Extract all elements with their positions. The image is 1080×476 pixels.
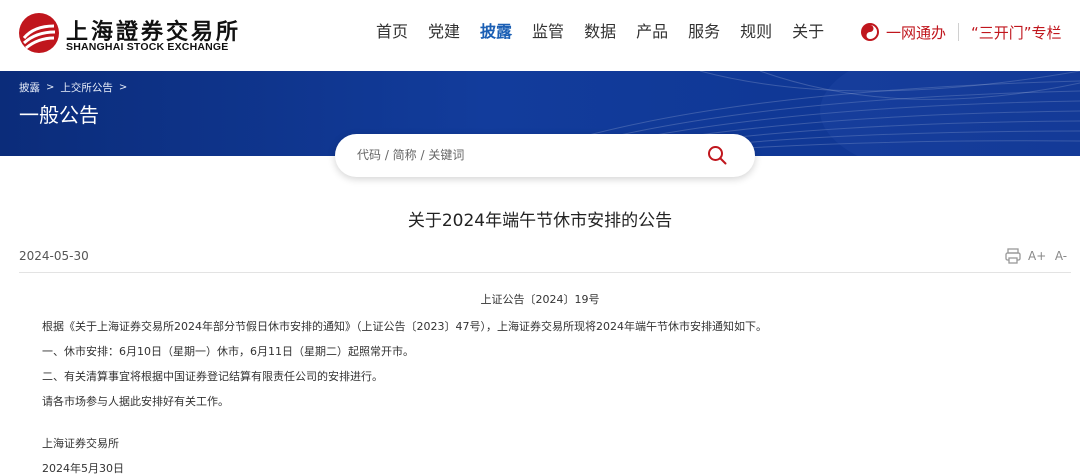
search-icon[interactable] (706, 144, 728, 166)
nav-item-products[interactable]: 产品 (636, 20, 668, 44)
nav-item-party[interactable]: 党建 (428, 20, 460, 44)
nav-item-services[interactable]: 服务 (688, 20, 720, 44)
quick-links: 一网通办 “三开门”专栏 (860, 20, 1062, 44)
site-header: 上海證券交易所 SHANGHAI STOCK EXCHANGE 首页 党建 披露… (0, 0, 1080, 71)
breadcrumb-chevron-icon: > (118, 82, 128, 93)
article-date: 2024-05-30 (19, 249, 89, 263)
article-tools: A+ A- (998, 247, 1070, 265)
article-paragraph: 二、有关清算事宜将根据中国证券登记结算有限责任公司的安排进行。 (42, 370, 383, 383)
search-input[interactable] (357, 144, 697, 166)
print-icon[interactable] (1004, 247, 1022, 265)
header-divider (19, 272, 1071, 273)
nav-item-regulation[interactable]: 监管 (532, 20, 564, 44)
document-number: 上证公告〔2024〕19号 (480, 293, 600, 306)
one-network-link[interactable]: 一网通办 (886, 22, 946, 43)
article-title: 关于2024年端午节休市安排的公告 (407, 211, 673, 231)
font-smaller-button[interactable]: A- (1052, 247, 1070, 265)
nav-item-disclosure[interactable]: 披露 (480, 20, 512, 44)
article-paragraph: 请各市场参与人据此安排好有关工作。 (42, 395, 229, 408)
nav-item-data[interactable]: 数据 (584, 20, 616, 44)
article-paragraph: 一、休市安排：6月10日（星期一）休市，6月11日（星期二）起照常开市。 (42, 345, 414, 358)
breadcrumb-item-sse-announcements[interactable]: 上交所公告 (60, 80, 113, 95)
quick-links-divider (958, 23, 960, 41)
sse-logo[interactable]: 上海證券交易所 SHANGHAI STOCK EXCHANGE (18, 10, 248, 58)
breadcrumb-chevron-icon: > (46, 82, 55, 93)
main-nav: 首页 党建 披露 监管 数据 产品 服务 规则 关于 (376, 20, 844, 44)
three-open-column-link[interactable]: “三开门”专栏 (971, 22, 1062, 43)
font-larger-button[interactable]: A+ (1028, 247, 1046, 265)
article-sign-date: 2024年5月30日 (42, 462, 124, 475)
one-network-icon (861, 23, 879, 41)
article-paragraph: 根据《关于上海证券交易所2024年部分节假日休市安排的通知》（上证公告〔2023… (42, 320, 767, 333)
nav-item-rules[interactable]: 规则 (740, 20, 772, 44)
breadcrumb-item-disclosure[interactable]: 披露 (19, 80, 40, 95)
sse-logo-mark-icon (19, 13, 59, 53)
nav-item-home[interactable]: 首页 (376, 20, 408, 44)
article-signature: 上海证券交易所 (42, 437, 119, 450)
search-box (335, 134, 755, 177)
breadcrumb: 披露 > 上交所公告 > (19, 80, 133, 95)
logo-english-name: SHANGHAI STOCK EXCHANGE (66, 41, 229, 53)
page-title: 一般公告 (19, 103, 99, 127)
nav-item-about[interactable]: 关于 (792, 20, 824, 44)
